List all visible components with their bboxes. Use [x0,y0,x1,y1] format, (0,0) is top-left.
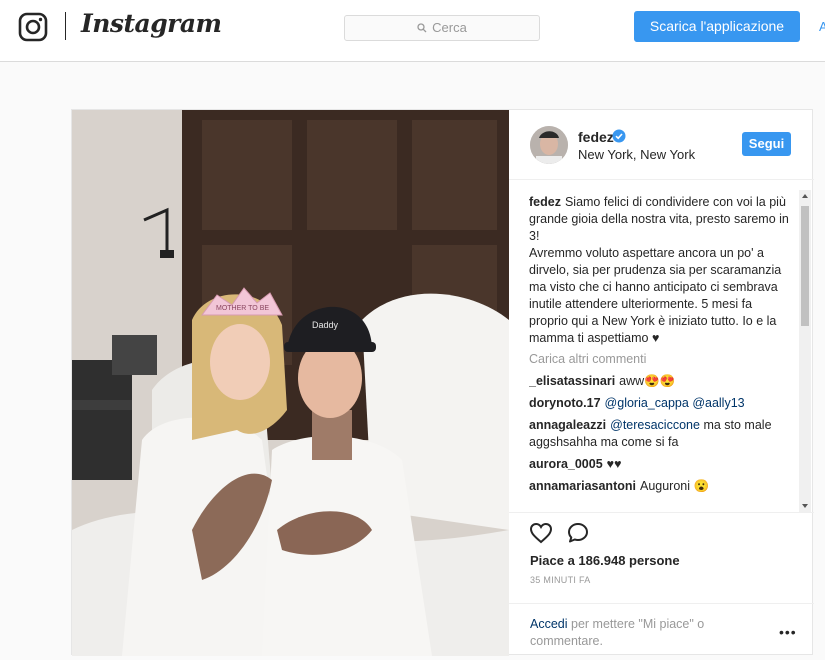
more-options-icon[interactable]: ••• [779,624,797,640]
comment-username[interactable]: _elisatassinari [529,374,615,388]
comment-text: ♥♥ [606,457,622,471]
download-app-button[interactable]: Scarica l'applicazione [634,11,800,42]
comment-mention[interactable]: @teresaciccone [610,418,700,432]
load-more-comments[interactable]: Carica altri commenti [529,351,791,368]
login-link[interactable]: Accedi [530,617,568,631]
comment-username[interactable]: aurora_0005 [529,457,603,471]
top-nav: Instagram Cerca Scarica l'applicazione A [0,0,825,62]
comment-text: Auguroni 😮 [639,479,710,493]
comment-text: aww😍😍 [619,374,676,388]
post-actions: Piace a 186.948 persone 35 MINUTI FA Acc… [509,512,814,656]
comment-item: dorynoto.17 @gloria_cappa @aally13 [529,395,791,412]
search-placeholder: Cerca [432,20,467,35]
nav-divider [65,12,66,40]
likes-count[interactable]: Piace a 186.948 persone [530,553,680,568]
comment-username[interactable]: annamariasantoni [529,479,636,493]
comment-username[interactable]: dorynoto.17 [529,396,601,410]
instagram-wordmark[interactable]: Instagram [81,9,222,38]
post-header: fedez New York, New York Segui [509,110,814,180]
post-location[interactable]: New York, New York [578,147,695,162]
post-caption: fedez Siamo felici di condividere con voi… [529,194,791,347]
search-input[interactable]: Cerca [344,15,540,41]
tiara-text: MOTHER TO BE [216,305,269,312]
comment-item: annamariasantoni Auguroni 😮 [529,478,791,495]
follow-button[interactable]: Segui [742,132,791,156]
comments-scrollbar[interactable] [799,190,811,512]
comment-bubble-icon[interactable] [566,521,590,545]
comments-list[interactable]: fedez Siamo felici di condividere con voi… [529,194,791,510]
avatar[interactable] [530,126,568,164]
heart-icon[interactable] [529,521,553,545]
post-username[interactable]: fedez [578,129,614,145]
verified-badge-icon [612,129,626,143]
comment-mention[interactable]: @aally13 [692,396,744,410]
search-icon [417,23,427,33]
login-prompt-text: Accedi per mettere "Mi piace" o commenta… [530,616,750,650]
caption-username[interactable]: fedez [529,195,561,209]
cap-text: Daddy [312,320,339,330]
nav-edge-link[interactable]: A [819,19,825,34]
comment-mention[interactable]: @gloria_cappa [605,396,689,410]
comment-username[interactable]: annagaleazzi [529,418,606,432]
post-sidebar: fedez New York, New York Segui fedez Siam… [509,110,814,656]
caption-text: Siamo felici di condividere con voi la p… [529,195,789,345]
scrollbar-thumb[interactable] [801,206,809,326]
comment-item: _elisatassinari aww😍😍 [529,373,791,390]
post-timestamp: 35 MINUTI FA [530,575,591,585]
instagram-glyph-icon[interactable] [18,12,48,42]
scroll-up-arrow-icon[interactable] [802,194,808,198]
scroll-down-arrow-icon[interactable] [802,504,808,508]
login-prompt: Accedi per mettere "Mi piace" o commenta… [509,603,814,657]
comment-item: annagaleazzi @teresaciccone ma sto male a… [529,417,791,451]
post-photo[interactable]: MOTHER TO BE Daddy [72,110,509,656]
comment-item: aurora_0005 ♥♥ [529,456,791,473]
post-card: MOTHER TO BE Daddy fedez New York, New Y… [71,109,814,656]
